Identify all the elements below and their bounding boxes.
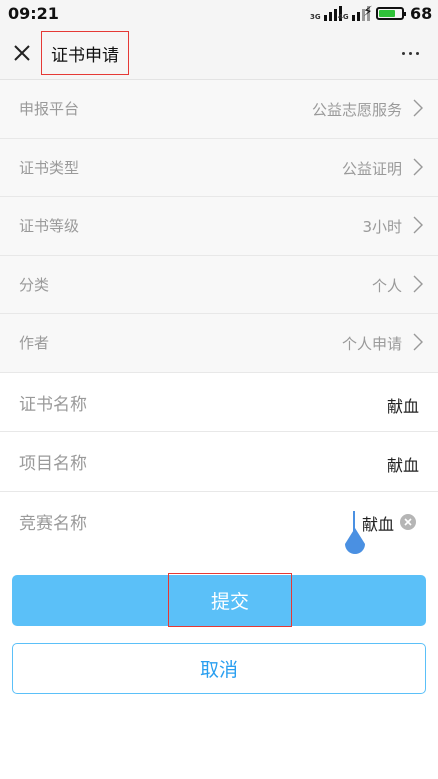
row-label: 证书名称	[19, 394, 87, 415]
cursor-handle-icon[interactable]	[343, 527, 367, 558]
row-value: 个人	[371, 276, 402, 295]
row-label: 竞赛名称	[19, 513, 87, 534]
row-label: 项目名称	[19, 454, 87, 474]
row-value: 公益志愿服务	[311, 101, 402, 119]
submit-label: 提交	[168, 573, 292, 627]
charging-icon: ⚡	[363, 4, 373, 20]
select-row-author[interactable]: 作者 个人申请	[0, 314, 438, 373]
row-value: 公益证明	[341, 159, 402, 178]
certificate-form: 申报平台 公益志愿服务 证书类型 公益证明 证书等级 3小时 分类 个人 作者 …	[0, 80, 438, 575]
battery-icon	[376, 7, 406, 20]
input-row-cert-name[interactable]: 证书名称 献血	[0, 372, 438, 432]
row-label: 证书类型	[19, 158, 80, 177]
submit-button[interactable]: 提交	[12, 573, 426, 627]
select-row-category[interactable]: 分类 个人	[0, 255, 438, 314]
page-title: 证书申请	[41, 31, 129, 75]
select-row-platform[interactable]: 申报平台 公益志愿服务	[0, 80, 438, 139]
input-row-competition-name[interactable]: 竞赛名称 献血	[0, 491, 438, 575]
select-row-cert-level[interactable]: 证书等级 3小时	[0, 197, 438, 256]
select-row-cert-type[interactable]: 证书类型 公益证明	[0, 138, 438, 197]
chevron-right-icon	[413, 99, 423, 117]
row-label: 申报平台	[19, 100, 80, 118]
row-label: 证书等级	[19, 217, 80, 235]
battery-level: 68	[410, 4, 433, 23]
row-value: 3小时	[362, 218, 402, 236]
clear-input-icon[interactable]	[399, 513, 417, 531]
close-icon[interactable]	[10, 41, 34, 65]
chevron-right-icon	[413, 216, 423, 234]
chevron-right-icon	[413, 158, 423, 175]
row-value: 个人申请	[341, 335, 402, 353]
project-name-input[interactable]: 献血	[387, 452, 419, 476]
row-label: 作者	[19, 334, 50, 352]
input-row-project-name[interactable]: 项目名称 献血	[0, 432, 438, 492]
cancel-button[interactable]: 取消	[12, 643, 426, 694]
chevron-right-icon	[413, 333, 423, 351]
status-bar: 09:21 3G 4G ⚡ 68	[0, 0, 438, 28]
cert-name-input[interactable]: 献血	[387, 393, 419, 417]
status-time: 09:21	[8, 4, 59, 23]
row-label: 分类	[19, 275, 50, 294]
signal-3g-icon: 3G	[310, 6, 342, 21]
nav-bar: 证书申请	[0, 28, 438, 80]
chevron-right-icon	[413, 275, 423, 292]
more-dots-icon[interactable]	[392, 40, 428, 66]
